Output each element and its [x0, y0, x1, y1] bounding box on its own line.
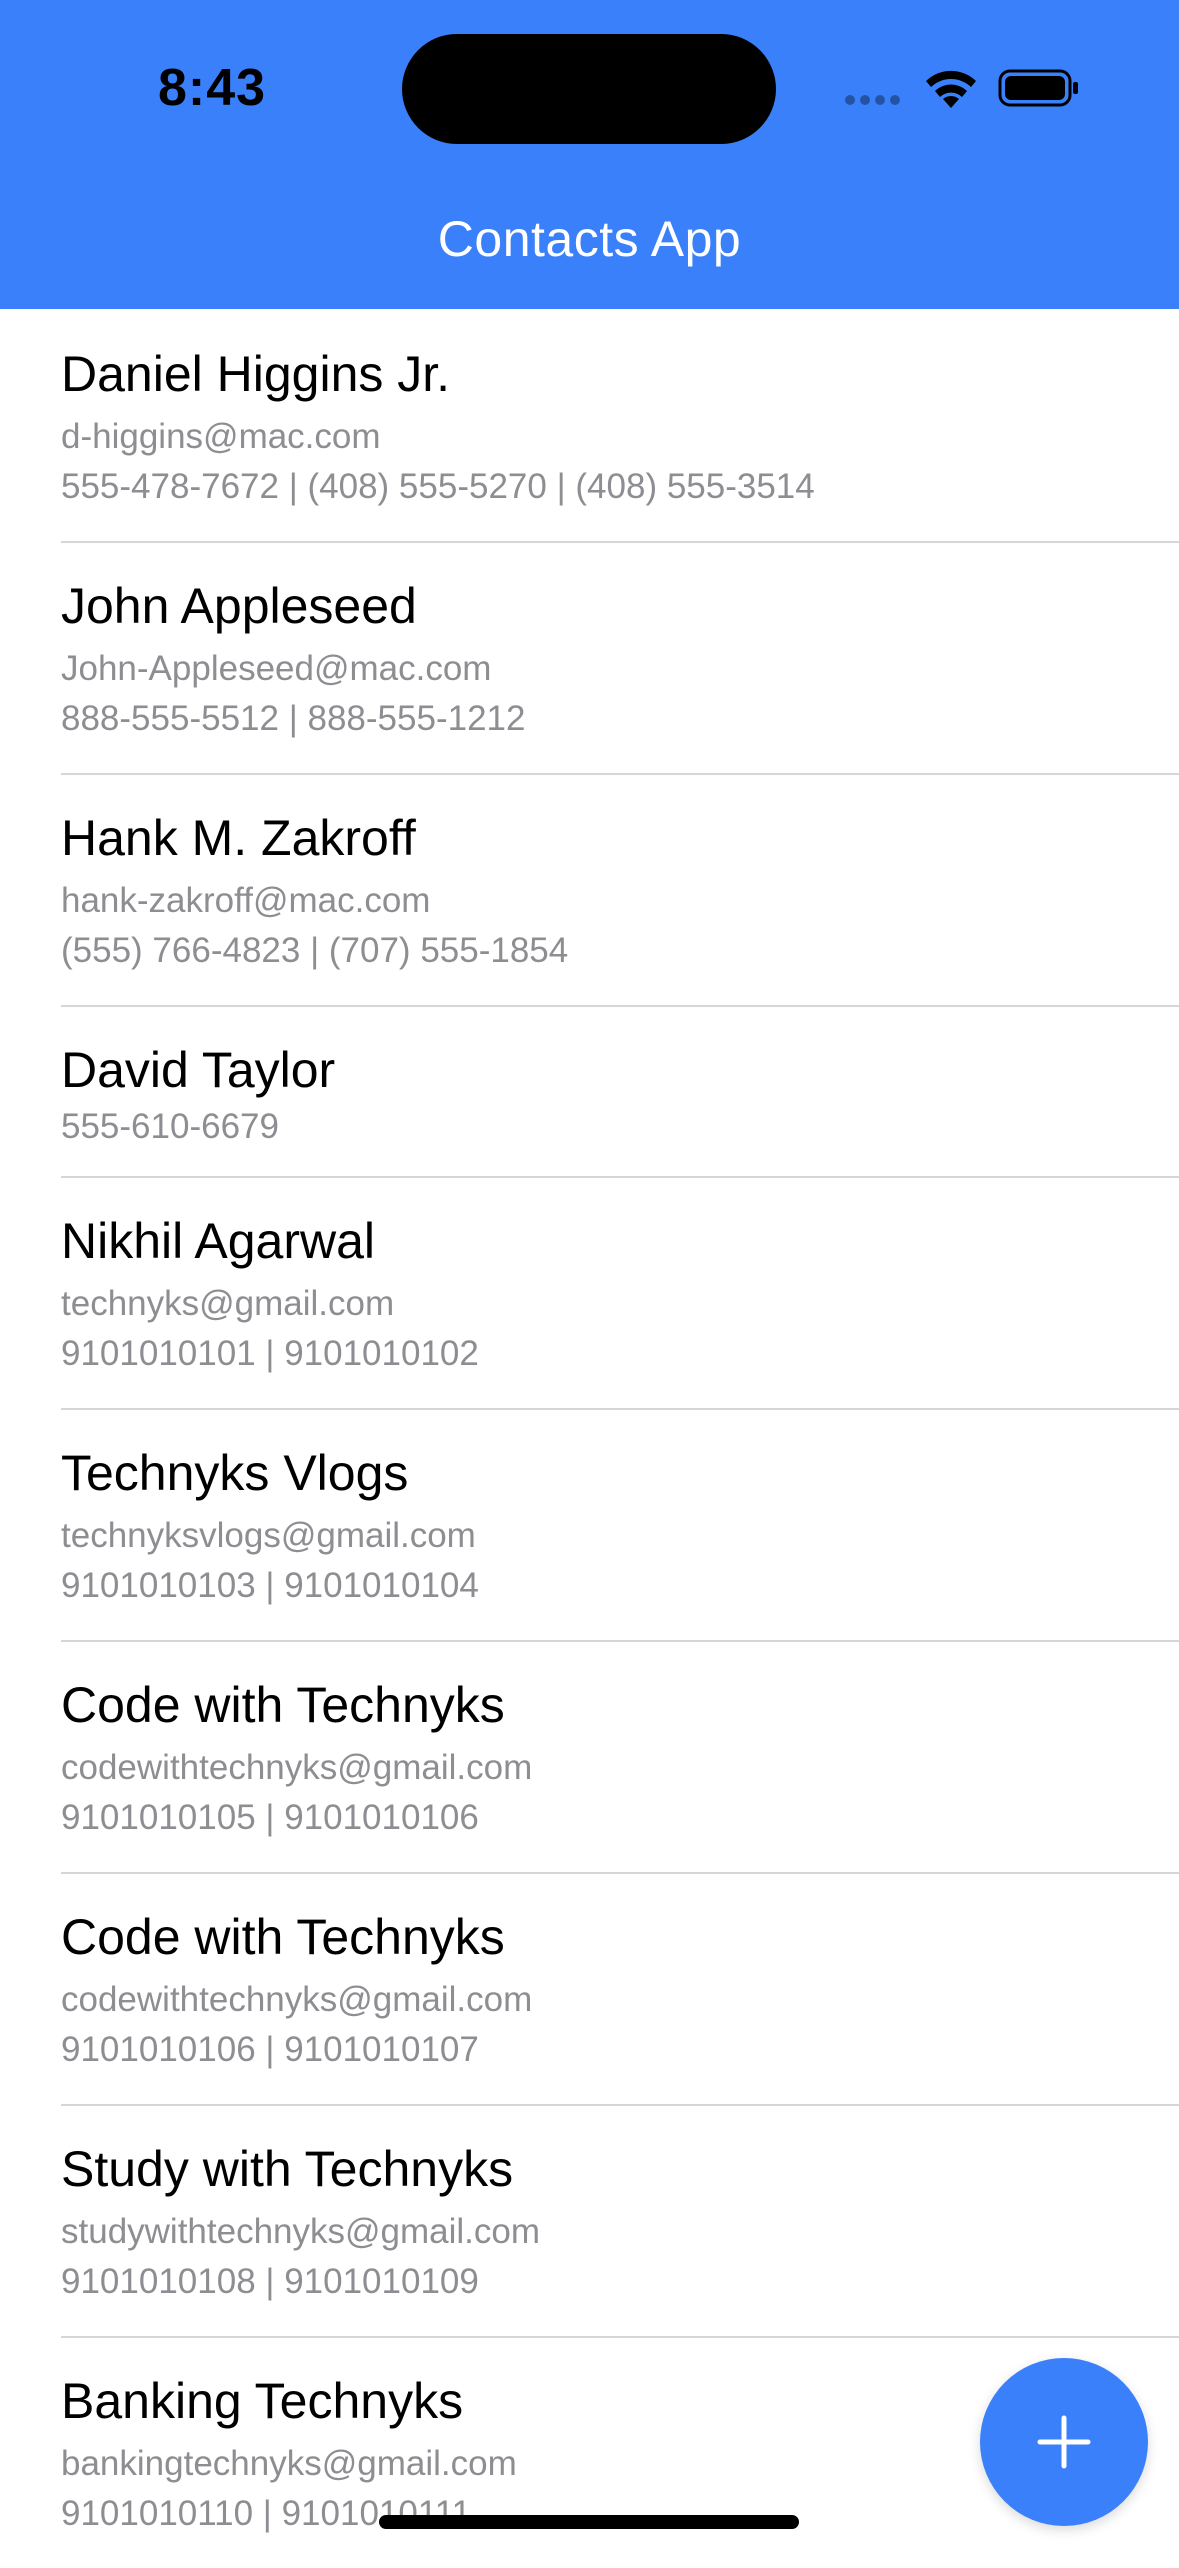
contact-phones: 9101010108 | 9101010109	[61, 2262, 479, 2301]
nav-header: 8:43 Contacts App	[0, 0, 1179, 309]
contact-row[interactable]: Nikhil Agarwal technyks@gmail.com 910101…	[0, 1176, 1179, 1410]
contact-name: Code with Technyks	[61, 1677, 505, 1733]
contact-name: Daniel Higgins Jr.	[61, 346, 451, 402]
contact-email: technyks@gmail.com	[61, 1284, 395, 1323]
contact-email: technyksvlogs@gmail.com	[61, 1516, 476, 1555]
contact-email: hank-zakroff@mac.com	[61, 881, 431, 920]
dynamic-island	[402, 34, 776, 144]
contact-row[interactable]: David Taylor 555-610-6679	[0, 1005, 1179, 1178]
plus-icon	[1037, 2415, 1091, 2469]
contact-name: Study with Technyks	[61, 2141, 514, 2197]
contacts-list: Daniel Higgins Jr. d-higgins@mac.com 555…	[0, 309, 1179, 2568]
contact-row[interactable]: Hank M. Zakroff hank-zakroff@mac.com (55…	[0, 773, 1179, 1007]
add-contact-button[interactable]	[980, 2358, 1148, 2526]
contact-phones: 9101010106 | 9101010107	[61, 2030, 479, 2069]
page-title: Contacts App	[437, 211, 742, 267]
contact-phones: 888-555-5512 | 888-555-1212	[61, 699, 526, 738]
contact-email: studywithtechnyks@gmail.com	[61, 2212, 541, 2251]
contact-phones: 9101010101 | 9101010102	[61, 1334, 479, 1373]
contact-phones: 555-610-6679	[61, 1107, 279, 1146]
contact-name: Banking Technyks	[61, 2373, 464, 2429]
contact-row[interactable]: Daniel Higgins Jr. d-higgins@mac.com 555…	[0, 309, 1179, 543]
battery-icon	[998, 69, 1078, 107]
home-indicator[interactable]	[379, 2515, 799, 2529]
contact-email: John-Appleseed@mac.com	[61, 649, 492, 688]
contact-email: d-higgins@mac.com	[61, 417, 381, 456]
contact-email: bankingtechnyks@gmail.com	[61, 2444, 517, 2483]
contact-row[interactable]: Code with Technyks codewithtechnyks@gmai…	[0, 1872, 1179, 2106]
status-time: 8:43	[158, 59, 267, 117]
contact-name: Code with Technyks	[61, 1909, 505, 1965]
contact-name: David Taylor	[61, 1042, 336, 1098]
contact-name: Technyks Vlogs	[61, 1445, 409, 1501]
contact-row[interactable]: Code with Technyks codewithtechnyks@gmai…	[0, 1640, 1179, 1874]
contact-name: Hank M. Zakroff	[61, 810, 416, 866]
contact-phones: 555-478-7672 | (408) 555-5270 | (408) 55…	[61, 467, 815, 506]
contact-phones: 9101010105 | 9101010106	[61, 1798, 479, 1837]
contact-phones: (555) 766-4823 | (707) 555-1854	[61, 931, 569, 970]
contact-email: codewithtechnyks@gmail.com	[61, 1980, 533, 2019]
contact-row[interactable]: John Appleseed John-Appleseed@mac.com 88…	[0, 541, 1179, 775]
contact-name: John Appleseed	[61, 578, 417, 634]
contact-phones: 9101010103 | 9101010104	[61, 1566, 479, 1605]
contact-row[interactable]: Study with Technyks studywithtechnyks@gm…	[0, 2104, 1179, 2338]
cellular-signal-icon	[845, 95, 900, 105]
contact-email: codewithtechnyks@gmail.com	[61, 1748, 533, 1787]
wifi-icon	[926, 70, 976, 108]
contact-row[interactable]: Technyks Vlogs technyksvlogs@gmail.com 9…	[0, 1408, 1179, 1642]
contact-name: Nikhil Agarwal	[61, 1213, 376, 1269]
